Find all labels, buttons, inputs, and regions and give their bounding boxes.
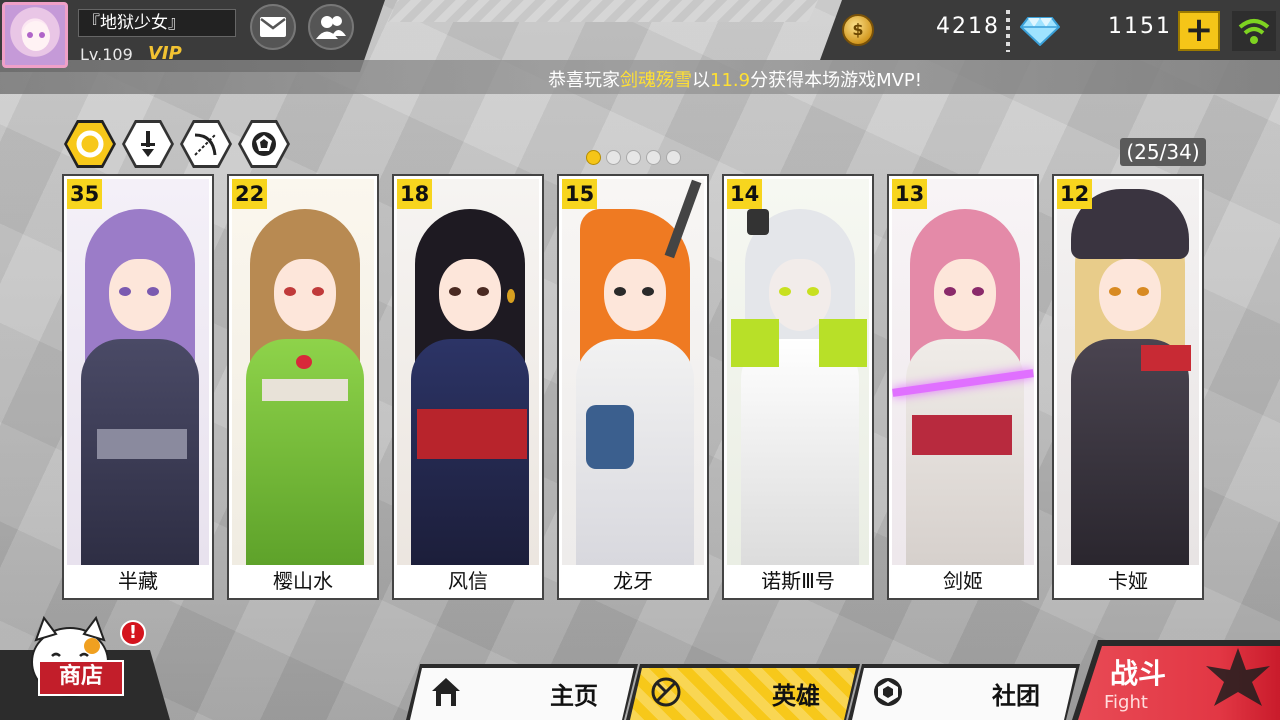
ring-icon	[76, 130, 104, 158]
hero-portrait	[892, 179, 1034, 565]
diamond-icon	[1020, 17, 1060, 46]
friends-button[interactable]	[308, 4, 354, 50]
hero-card[interactable]: 35 半藏	[62, 174, 214, 600]
hero-name: 半藏	[118, 569, 158, 593]
sword-icon	[141, 131, 155, 157]
friends-icon	[316, 16, 346, 39]
hero-card[interactable]: 13 剑姬	[887, 174, 1039, 600]
vip-badge[interactable]: VIP	[148, 43, 182, 64]
gold-coin-icon: $	[842, 14, 874, 46]
hero-portrait	[67, 179, 209, 565]
hero-level: 15	[562, 179, 598, 209]
tab-club-label: 社团	[992, 682, 1040, 710]
club-icon	[872, 676, 904, 708]
tab-heroes[interactable]: 英雄	[626, 664, 860, 720]
hero-level: 12	[1057, 179, 1093, 209]
hero-card[interactable]: 18 风信	[392, 174, 544, 600]
hero-name: 剑姬	[943, 569, 983, 593]
hero-level: 14	[727, 179, 763, 209]
notice-prefix: 恭喜玩家	[548, 70, 620, 91]
hero-portrait	[232, 179, 374, 565]
notice-middle: 以	[692, 70, 710, 91]
fight-label: 战斗	[1110, 657, 1167, 690]
page-dot[interactable]	[646, 150, 661, 165]
page-dot[interactable]	[666, 150, 681, 165]
hero-portrait	[397, 179, 539, 565]
hero-name: 诺斯Ⅲ号	[761, 569, 835, 593]
gem-amount: 1151	[1108, 14, 1172, 39]
hero-card[interactable]: 15 龙牙	[557, 174, 709, 600]
hero-level: 35	[67, 179, 103, 209]
hero-name: 卡娅	[1108, 569, 1148, 593]
page-dot[interactable]	[606, 150, 621, 165]
hero-name: 风信	[448, 569, 488, 593]
mvp-notice: 恭喜玩家剑魂殇雪以11.9分获得本场游戏MVP!	[0, 66, 1280, 92]
player-avatar[interactable]	[2, 2, 68, 68]
home-icon	[430, 676, 462, 708]
filter-melee-button[interactable]	[122, 120, 174, 168]
wifi-status	[1232, 11, 1276, 51]
hero-name: 龙牙	[613, 569, 653, 593]
samurai-silhouette-icon	[1206, 648, 1270, 706]
tab-club[interactable]: 社团	[848, 664, 1080, 720]
fight-sublabel: Fight	[1104, 692, 1148, 713]
bow-icon	[194, 133, 217, 156]
hero-count: (25/34)	[1120, 138, 1206, 166]
page-dot[interactable]	[626, 150, 641, 165]
notice-suffix: 分获得本场游戏MVP!	[750, 70, 922, 91]
notice-score: 11.9	[710, 70, 751, 91]
shop-alert-badge: !	[120, 620, 146, 646]
page-dot[interactable]	[586, 150, 601, 165]
mail-button[interactable]	[250, 4, 296, 50]
filter-ranged-button[interactable]	[180, 120, 232, 168]
page-indicator	[586, 150, 681, 165]
tab-home[interactable]: 主页	[406, 664, 638, 720]
hero-portrait	[727, 179, 869, 565]
player-level: Lv.109	[80, 45, 133, 64]
tab-heroes-label: 英雄	[772, 682, 820, 710]
hero-level: 22	[232, 179, 268, 209]
tab-home-label: 主页	[550, 682, 598, 710]
hero-level: 18	[397, 179, 433, 209]
shop-button[interactable]: 商店	[38, 660, 124, 696]
currency-divider	[1006, 10, 1010, 52]
hero-card[interactable]: 12 卡娅	[1052, 174, 1204, 600]
gold-amount: 4218	[936, 14, 1000, 39]
heroes-icon	[650, 676, 682, 708]
top-decor-strip	[388, 0, 818, 22]
hero-level: 13	[892, 179, 928, 209]
filter-all-button[interactable]	[64, 120, 116, 168]
player-name: 『地狱少女』	[78, 9, 236, 37]
mail-icon	[260, 17, 286, 37]
hero-portrait	[562, 179, 704, 565]
hero-card[interactable]: 14 诺斯Ⅲ号	[722, 174, 874, 600]
hero-portrait	[1057, 179, 1199, 565]
add-currency-button[interactable]: +	[1178, 11, 1220, 51]
wifi-icon	[1238, 19, 1270, 44]
hero-card[interactable]: 22 樱山水	[227, 174, 379, 600]
notice-player: 剑魂殇雪	[620, 70, 692, 91]
shield-icon	[252, 132, 276, 156]
filter-support-button[interactable]	[238, 120, 290, 168]
hero-name: 樱山水	[273, 569, 333, 593]
